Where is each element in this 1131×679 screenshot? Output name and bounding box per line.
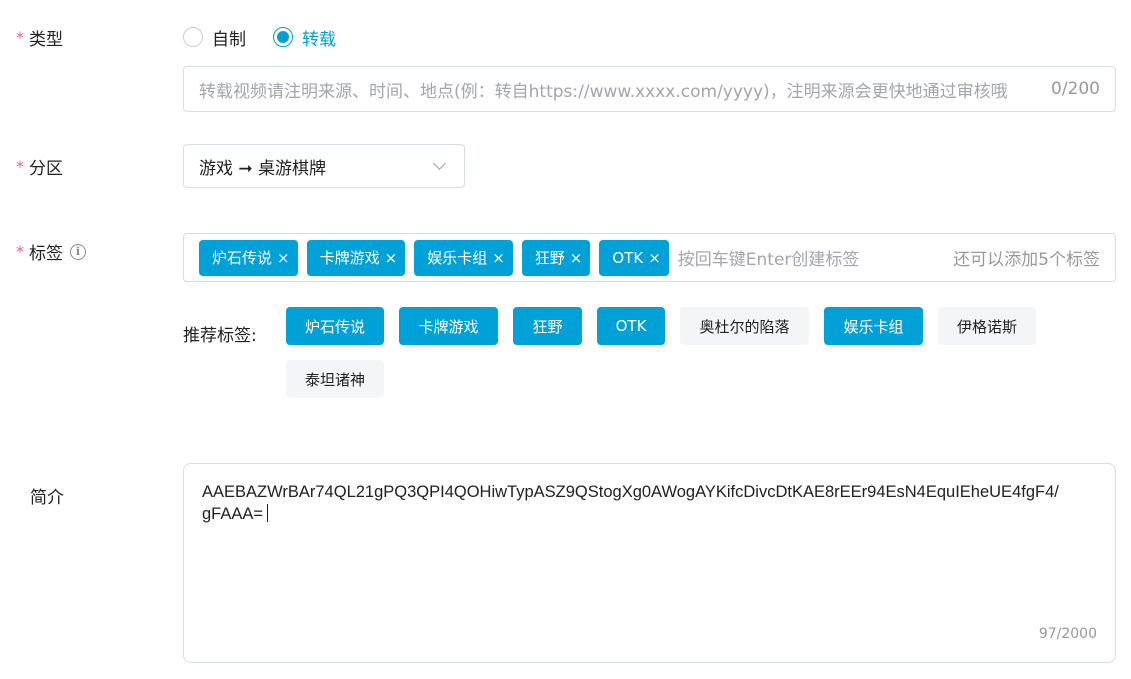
selected-tag-text: 炉石传说 [212, 249, 273, 267]
remove-tag-icon[interactable]: × [570, 249, 583, 267]
partition-select-value[interactable]: 游戏 ➞ 桌游棋牌 [199, 154, 435, 179]
recommended-tag[interactable]: OTK [597, 307, 665, 345]
tags-label: * 标签 i [16, 239, 86, 264]
remove-tag-icon[interactable]: × [385, 249, 398, 267]
radio-repost[interactable]: 转载 [273, 25, 336, 50]
type-label: * 类型 [16, 25, 63, 50]
description-char-count: 97/2000 [1038, 626, 1097, 642]
recommended-tag[interactable]: 泰坦诸神 [286, 360, 384, 398]
required-asterisk: * [16, 157, 24, 176]
recommended-tag[interactable]: 娱乐卡组 [824, 307, 923, 345]
description-label-text: 简介 [30, 488, 64, 508]
selected-tag-text: 娱乐卡组 [427, 249, 488, 267]
selected-tag: OTK × [599, 239, 669, 276]
info-circle-icon[interactable]: i [70, 243, 86, 260]
radio-repost-label[interactable]: 转载 [302, 25, 336, 50]
partition-label-text: 分区 [29, 159, 63, 179]
selected-tag: 炉石传说 × [199, 239, 298, 276]
required-asterisk: * [16, 28, 24, 47]
recommended-tag[interactable]: 卡牌游戏 [399, 307, 498, 345]
selected-tag-text: 卡牌游戏 [319, 249, 380, 267]
remove-tag-icon[interactable]: × [492, 249, 505, 267]
partition-label: * 分区 [16, 154, 63, 179]
selected-tag: 娱乐卡组 × [414, 239, 513, 276]
chevron-down-icon[interactable] [433, 157, 446, 170]
radio-original-circle[interactable] [183, 27, 203, 47]
type-radio-group: 自制 转载 [183, 25, 363, 50]
recommended-tag[interactable]: 伊格诺斯 [938, 307, 1036, 345]
tag-input-box[interactable]: 炉石传说 × 卡牌游戏 × 娱乐卡组 × 狂野 × OTK × 按回车键Ente… [183, 233, 1116, 282]
required-asterisk: * [16, 242, 24, 261]
recommended-tag[interactable]: 狂野 [513, 307, 582, 345]
source-input[interactable]: 转载视频请注明来源、时间、地点(例：转自https://www.xxxx.com… [183, 66, 1116, 112]
selected-tag: 卡牌游戏 × [306, 239, 406, 276]
radio-original-label[interactable]: 自制 [212, 25, 246, 50]
description-text-wrap[interactable]: AAEBAZWrBAr74QL21gPQ3QPI4QOHiwTypASZ9QSt… [202, 481, 1062, 525]
tags-remaining-count: 还可以添加5个标签 [953, 250, 1100, 270]
selected-tag-text: OTK [612, 248, 644, 267]
remove-tag-icon[interactable]: × [648, 249, 661, 267]
partition-select[interactable]: 游戏 ➞ 桌游棋牌 [183, 144, 465, 188]
radio-original[interactable]: 自制 [183, 25, 246, 50]
source-char-count: 0/200 [1051, 79, 1100, 99]
text-caret [267, 504, 268, 522]
description-text[interactable]: AAEBAZWrBAr74QL21gPQ3QPI4QOHiwTypASZ9QSt… [202, 483, 1059, 523]
description-textarea[interactable]: AAEBAZWrBAr74QL21gPQ3QPI4QOHiwTypASZ9QSt… [183, 463, 1116, 663]
selected-tag-text: 狂野 [534, 249, 565, 267]
radio-repost-circle[interactable] [273, 27, 293, 47]
tags-label-text: 标签 [29, 244, 63, 264]
recommended-tag[interactable]: 奥杜尔的陷落 [680, 307, 809, 345]
type-label-text: 类型 [29, 30, 63, 50]
tag-input-placeholder[interactable]: 按回车键Enter创建标签 [678, 245, 953, 270]
recommended-tag[interactable]: 炉石传说 [286, 307, 384, 345]
description-label: 简介 [16, 483, 64, 508]
remove-tag-icon[interactable]: × [277, 249, 290, 267]
source-input-placeholder[interactable]: 转载视频请注明来源、时间、地点(例：转自https://www.xxxx.com… [199, 77, 1041, 102]
recommended-tags-label: 推荐标签: [183, 326, 257, 346]
selected-tag: 狂野 × [521, 239, 591, 276]
